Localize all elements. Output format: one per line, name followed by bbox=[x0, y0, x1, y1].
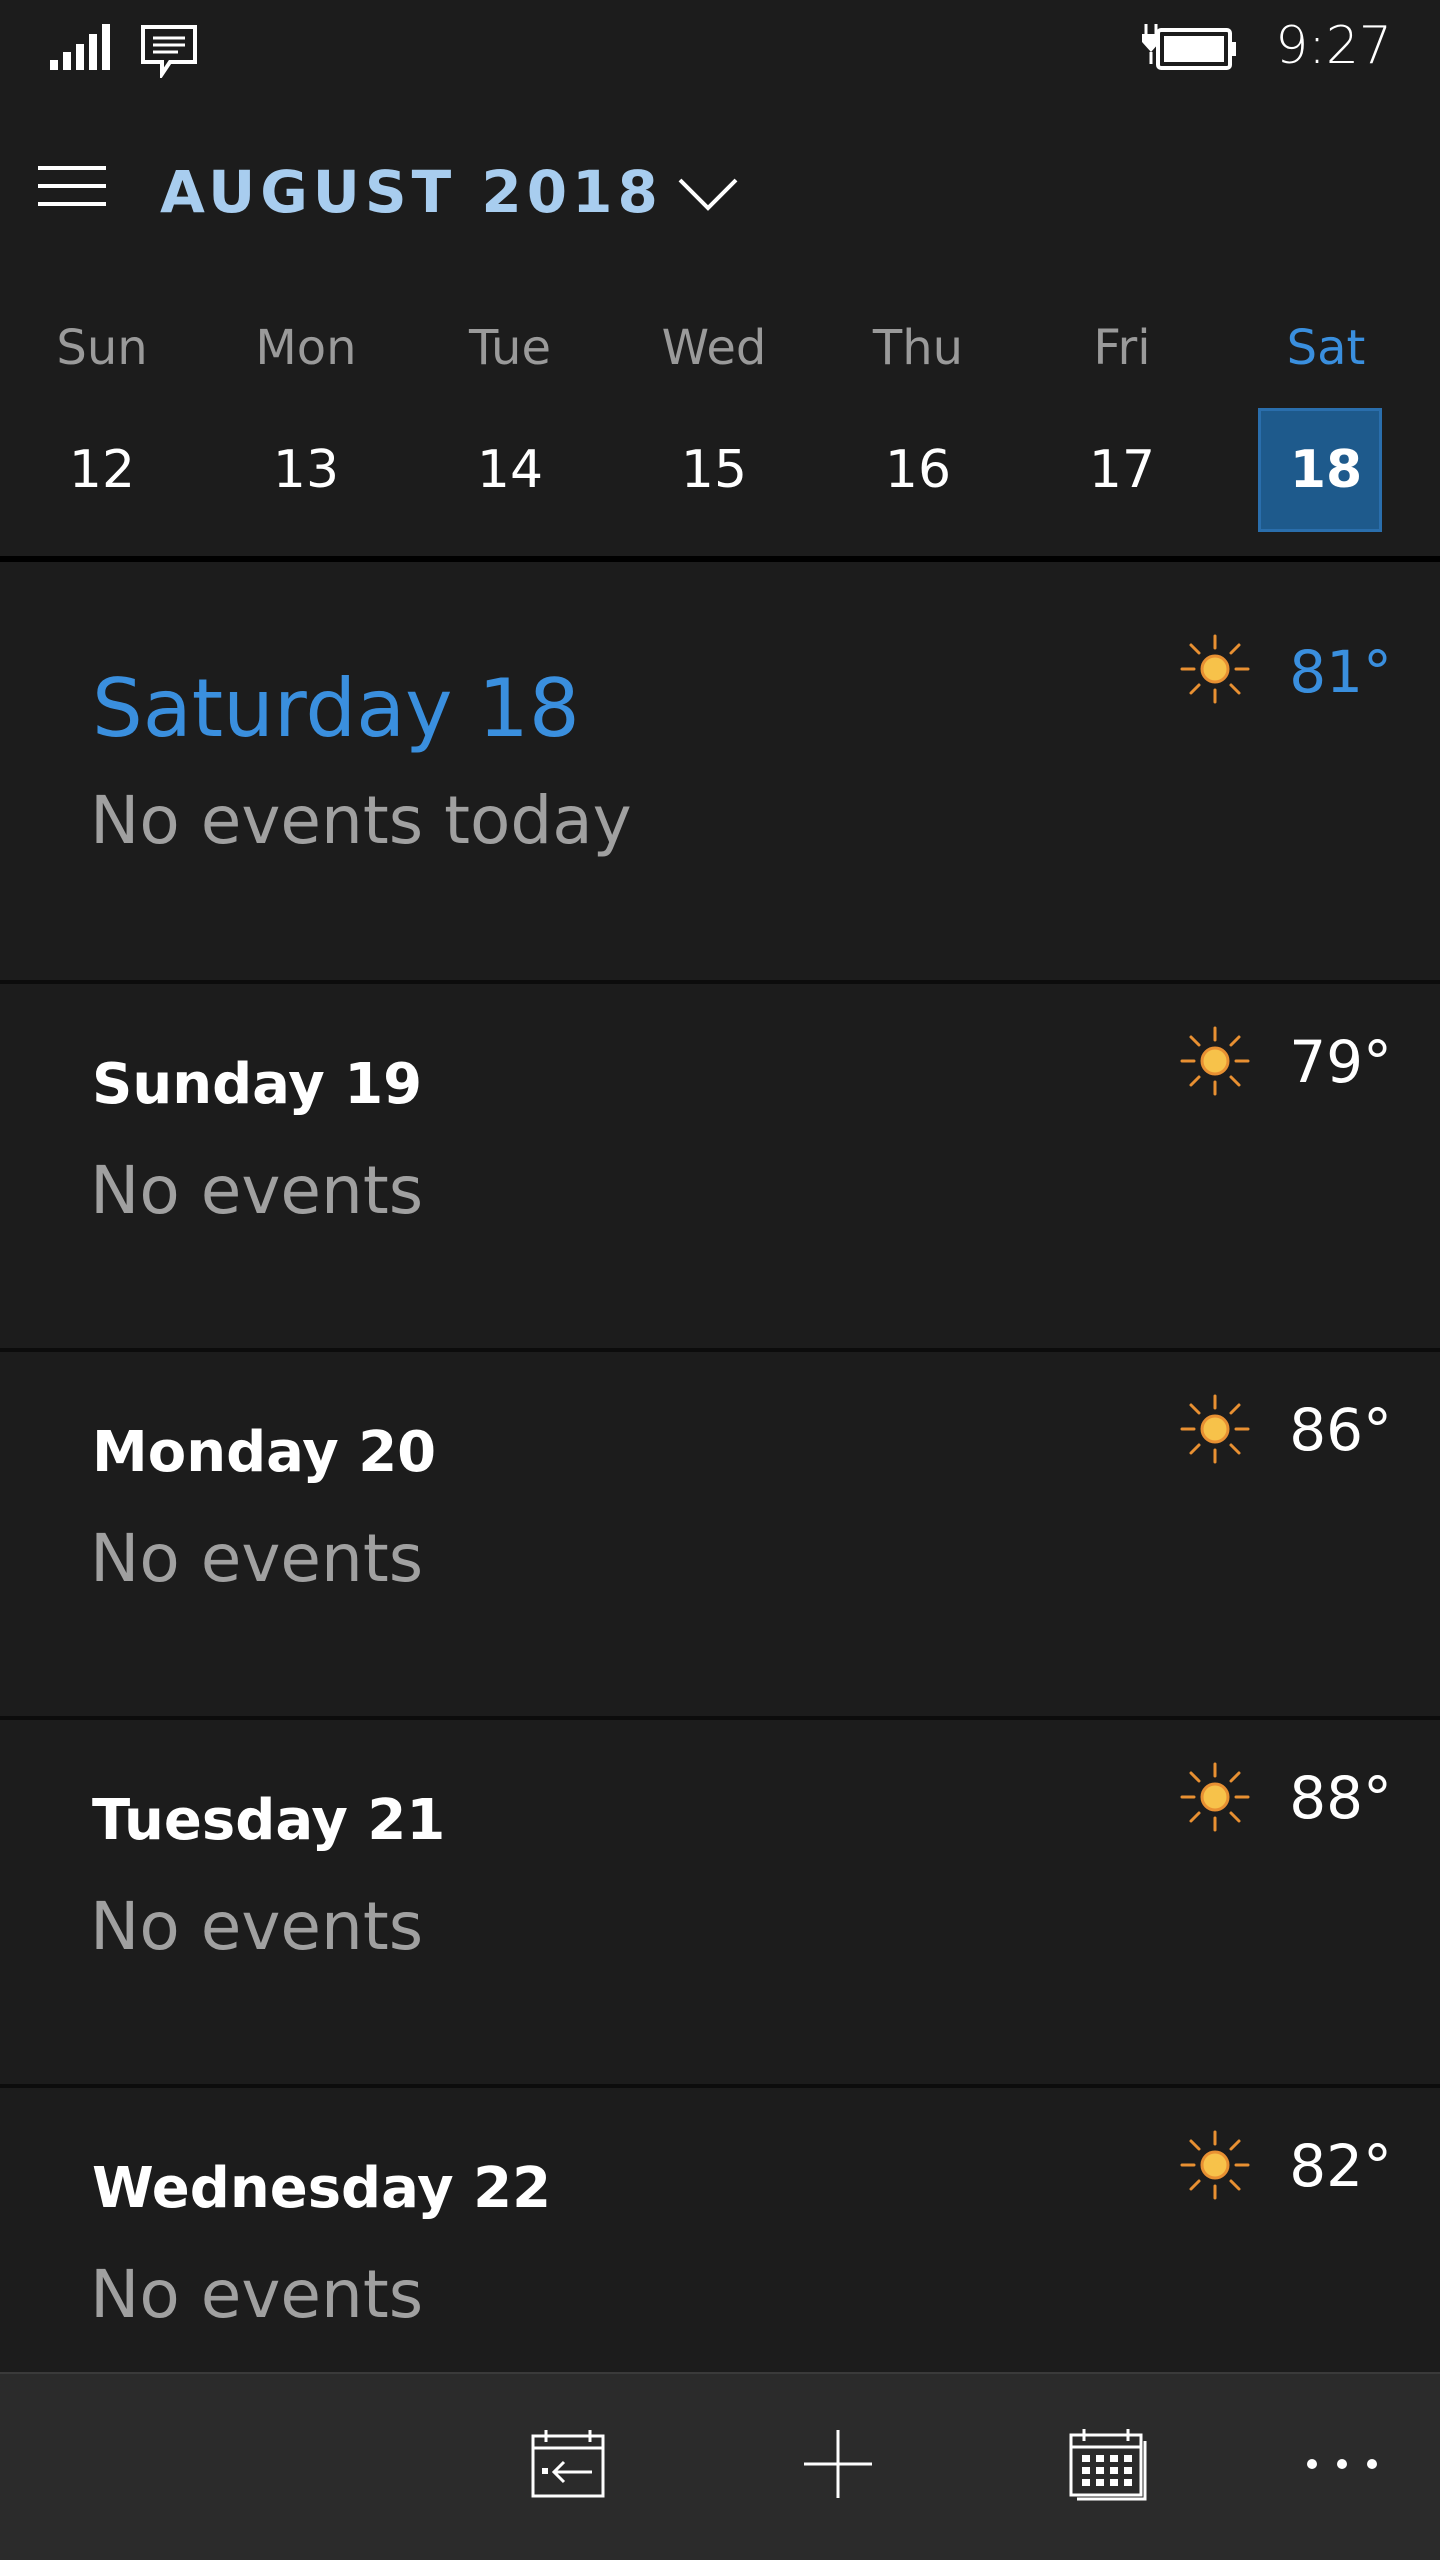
events-text: No events today bbox=[90, 782, 632, 859]
day-heading: Wednesday 22 bbox=[92, 2156, 552, 2221]
day-name: Wed bbox=[661, 320, 767, 376]
events-text: No events bbox=[90, 1888, 424, 1965]
chevron-down-icon[interactable] bbox=[676, 174, 740, 218]
day-name: Mon bbox=[255, 320, 357, 376]
temperature: 81° bbox=[1289, 638, 1392, 706]
temperature: 88° bbox=[1289, 1764, 1392, 1832]
day-number: 14 bbox=[476, 440, 544, 500]
day-name: Sat bbox=[1286, 320, 1366, 376]
day-heading: Saturday 18 bbox=[92, 662, 580, 755]
app-bar bbox=[0, 2372, 1440, 2560]
events-text: No events bbox=[90, 2256, 424, 2333]
week-day-fri[interactable]: Fri 17 bbox=[1020, 310, 1224, 560]
calendar-view-icon[interactable] bbox=[1058, 2414, 1158, 2514]
day-heading: Monday 20 bbox=[92, 1420, 437, 1485]
day-number: 12 bbox=[68, 440, 136, 500]
day-name: Sun bbox=[56, 320, 148, 376]
week-day-wed[interactable]: Wed 15 bbox=[612, 310, 816, 560]
day-number: 13 bbox=[272, 440, 340, 500]
sun-icon bbox=[1180, 634, 1250, 708]
status-time: 9:27 bbox=[1275, 16, 1392, 76]
events-text: No events bbox=[90, 1520, 424, 1597]
status-bar: 9:27 bbox=[0, 0, 1440, 100]
sun-icon bbox=[1180, 1026, 1250, 1100]
week-day-tue[interactable]: Tue 14 bbox=[408, 310, 612, 560]
temperature: 79° bbox=[1289, 1028, 1392, 1096]
hamburger-icon[interactable] bbox=[38, 162, 106, 212]
signal-bars-icon bbox=[50, 24, 112, 74]
agenda-list: Saturday 18 No events today 81° Sunday 1… bbox=[0, 562, 1440, 2372]
week-day-sun[interactable]: Sun 12 bbox=[0, 310, 204, 560]
week-strip: Sun 12 Mon 13 Tue 14 Wed 15 Thu 16 Fri 1… bbox=[0, 310, 1440, 560]
sun-icon bbox=[1180, 1394, 1250, 1468]
day-number: 15 bbox=[680, 440, 748, 500]
agenda-day[interactable]: Monday 20 No events 86° bbox=[0, 1352, 1440, 1720]
add-icon[interactable] bbox=[788, 2414, 888, 2514]
more-icon[interactable] bbox=[1292, 2414, 1392, 2514]
day-heading: Sunday 19 bbox=[92, 1052, 423, 1117]
temperature: 82° bbox=[1289, 2132, 1392, 2200]
battery-charging-icon bbox=[1140, 20, 1240, 80]
agenda-day[interactable]: Sunday 19 No events 79° bbox=[0, 984, 1440, 1352]
week-day-thu[interactable]: Thu 16 bbox=[816, 310, 1020, 560]
message-icon bbox=[140, 24, 198, 82]
today-icon[interactable] bbox=[518, 2414, 618, 2514]
events-text: No events bbox=[90, 1152, 424, 1229]
day-number: 18 bbox=[1289, 440, 1363, 500]
calendar-header: AUGUST 2018 bbox=[0, 100, 1440, 290]
week-day-mon[interactable]: Mon 13 bbox=[204, 310, 408, 560]
temperature: 86° bbox=[1289, 1396, 1392, 1464]
day-name: Fri bbox=[1093, 320, 1151, 376]
day-heading: Tuesday 21 bbox=[92, 1788, 446, 1853]
sun-icon bbox=[1180, 1762, 1250, 1836]
day-number: 16 bbox=[884, 440, 952, 500]
agenda-day-today[interactable]: Saturday 18 No events today 81° bbox=[0, 562, 1440, 984]
day-name: Tue bbox=[469, 320, 551, 376]
day-number: 17 bbox=[1088, 440, 1156, 500]
month-title[interactable]: AUGUST 2018 bbox=[160, 158, 663, 226]
sun-icon bbox=[1180, 2130, 1250, 2204]
agenda-day[interactable]: Wednesday 22 No events 82° bbox=[0, 2088, 1440, 2372]
day-name: Thu bbox=[872, 320, 964, 376]
week-day-sat-selected[interactable]: Sat 18 bbox=[1224, 310, 1428, 560]
agenda-day[interactable]: Tuesday 21 No events 88° bbox=[0, 1720, 1440, 2088]
